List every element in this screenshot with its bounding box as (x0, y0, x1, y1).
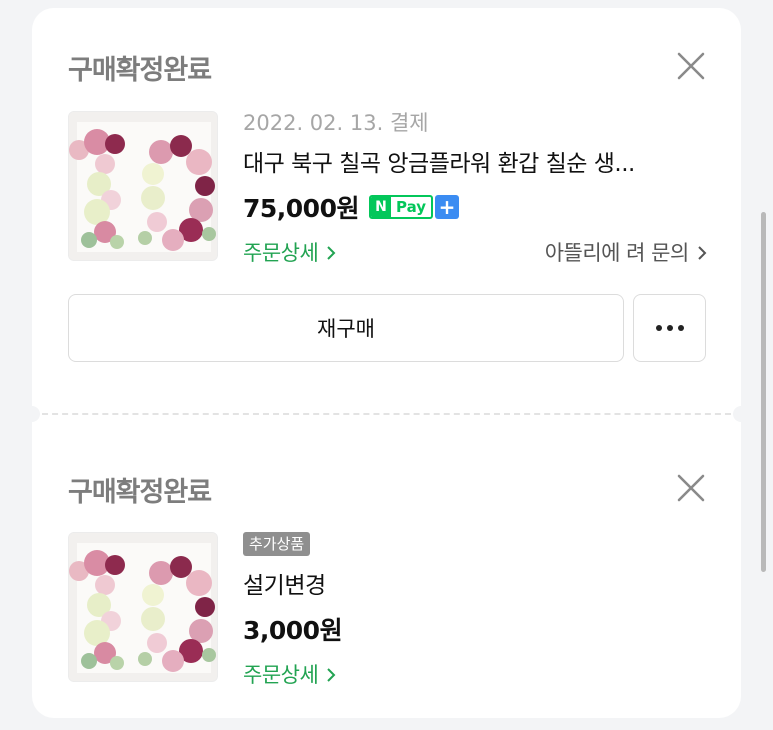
npay-pay-label: Pay (395, 198, 427, 216)
product-thumbnail[interactable] (68, 111, 218, 261)
addon-product-badge: 추가상품 (243, 532, 311, 556)
payment-date: 2022. 02. 13. 결제 (243, 111, 429, 135)
chevron-right-icon (327, 668, 336, 682)
order-detail-label: 주문상세 (243, 241, 319, 265)
close-icon[interactable] (675, 472, 707, 504)
divider-notch-right (733, 406, 741, 422)
rebuy-button[interactable]: 재구매 (68, 294, 624, 362)
order-info: 2022. 02. 13. 결제 대구 북구 칠곡 앙금플라워 환갑 칠순 생.… (243, 108, 707, 274)
chevron-right-icon (327, 246, 336, 260)
seller-inquiry-label: 아뜰리에 려 문의 (544, 241, 690, 265)
scrollbar[interactable] (761, 212, 766, 572)
seller-inquiry-link[interactable]: 아뜰리에 려 문의 (545, 237, 707, 267)
order-status: 구매확정완료 (68, 477, 212, 508)
links-row: 주문상세 (243, 652, 707, 696)
npay-plus-badge: + (435, 195, 460, 219)
product-thumbnail[interactable] (68, 532, 218, 682)
section-divider (32, 413, 741, 415)
order-detail-label: 주문상세 (243, 663, 319, 687)
order-status: 구매확정완료 (68, 55, 212, 86)
product-title[interactable]: 대구 북구 칠곡 앙금플라워 환갑 칠순 생... (243, 144, 707, 184)
npay-badge: N Pay (368, 195, 434, 219)
price-row: 3,000원 (243, 608, 707, 650)
chevron-right-icon (698, 246, 707, 260)
order-item-main: 구매확정완료 2022. 02. 13. 결제 대구 북구 칠곡 앙금플라워 환… (32, 8, 741, 414)
product-price: 75,000원 (243, 194, 359, 223)
product-price: 3,000원 (243, 616, 343, 645)
order-detail-link[interactable]: 주문상세 (243, 659, 336, 689)
order-card: 구매확정완료 2022. 02. 13. 결제 대구 북구 칠곡 앙금플라워 환… (32, 8, 741, 718)
more-dots-icon (655, 325, 684, 331)
price-row: 75,000원 N Pay + (243, 186, 707, 228)
flower-cake-image (69, 533, 217, 681)
links-row: 주문상세 아뜰리에 려 문의 (243, 230, 707, 274)
product-title[interactable]: 설기변경 (243, 566, 707, 606)
npay-n-logo: N (370, 197, 391, 217)
rebuy-label: 재구매 (317, 317, 375, 341)
order-detail-link[interactable]: 주문상세 (243, 237, 336, 267)
order-item-addon: 구매확정완료 추가상품 설기변경 3,000원 주문상세 (32, 422, 741, 718)
close-icon[interactable] (675, 50, 707, 82)
flower-cake-image (69, 112, 217, 260)
order-info: 추가상품 설기변경 3,000원 주문상세 (243, 532, 707, 696)
more-options-button[interactable] (633, 294, 706, 362)
